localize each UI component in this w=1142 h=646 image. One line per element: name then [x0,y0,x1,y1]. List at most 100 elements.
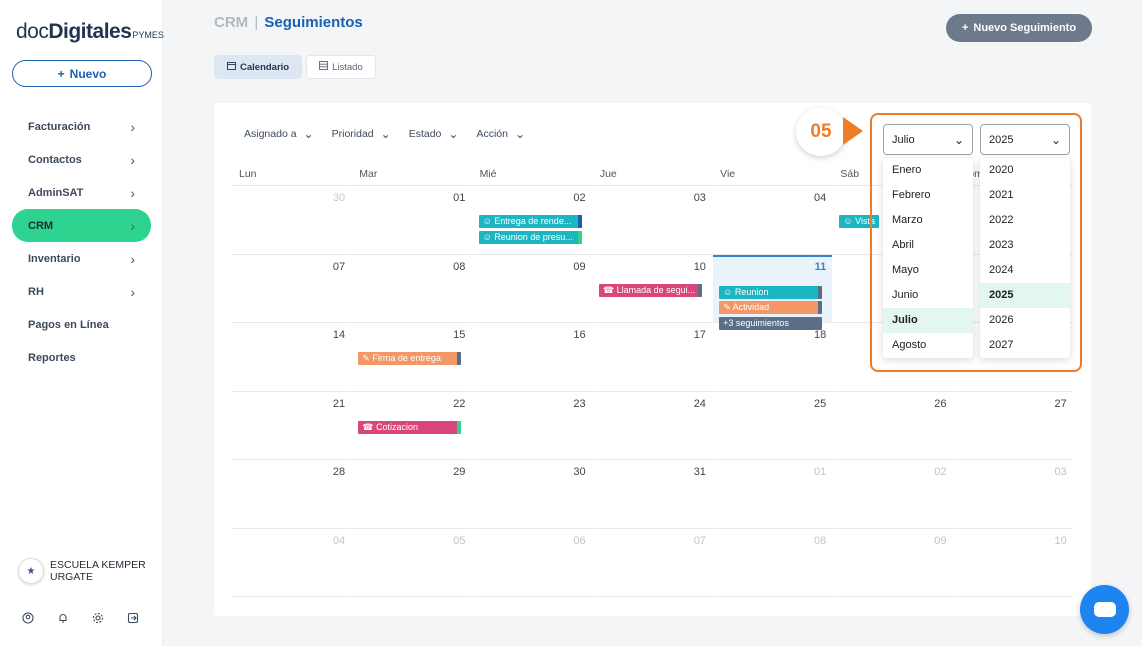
calendar-day[interactable]: 14 [232,323,352,392]
calendar-day[interactable]: 26 [833,392,953,460]
month-option[interactable]: Enero [883,158,973,183]
calendar-day[interactable]: 09 [472,255,592,323]
month-select[interactable]: Julio ⌄ [883,124,973,155]
calendar-day[interactable]: 30 [472,460,592,529]
filter-estado[interactable]: Estado ⌄ [409,127,459,141]
calendar-day[interactable]: 08 [352,255,472,323]
sidebar-item-contactos[interactable]: Contactos › [12,143,151,176]
calendar-day[interactable]: 01 [352,186,472,255]
year-option[interactable]: 2027 [980,333,1070,358]
calendar-day[interactable]: 03 [592,186,712,255]
chat-bubble-icon [1093,602,1116,617]
sidebar: docDigitalesPYMES + Nuevo Facturación › Co… [0,0,164,646]
day-number: 03 [1054,466,1067,478]
tab-listado[interactable]: Listado [306,55,376,79]
calendar-day[interactable]: 27 [953,392,1073,460]
sidebar-item-inventario[interactable]: Inventario › [12,242,151,275]
calendar-event[interactable]: ☺ Entrega de rende... [478,215,582,228]
month-select-value: Julio [892,133,915,146]
calendar-day[interactable]: 22 ☎ Cotizacion [352,392,472,460]
event-label: Reunion de presu... [494,231,573,242]
year-option[interactable]: 2021 [980,183,1070,208]
filter-asignado[interactable]: Asignado a ⌄ [244,127,314,141]
bell-icon[interactable] [57,612,69,624]
calendar-day[interactable]: 02 ☺ Entrega de rende... ☺ Reunion de pres… [472,186,592,255]
day-number: 08 [813,534,827,547]
month-option[interactable]: Junio [883,283,973,308]
calendar-day[interactable]: 25 [713,392,833,460]
calendar-day[interactable]: 10 ☎ Llamada de segui... [592,255,712,323]
month-option[interactable]: Febrero [883,183,973,208]
year-option[interactable]: 2022 [980,208,1070,233]
logout-icon[interactable] [127,612,139,624]
calendar-day[interactable]: 03 [953,460,1073,529]
sidebar-item-rh[interactable]: RH › [12,275,151,308]
calendar-day[interactable]: 23 [472,392,592,460]
new-followup-button[interactable]: + Nuevo Seguimiento [946,14,1092,42]
calendar-day[interactable]: 09 [833,529,953,597]
sidebar-item-crm[interactable]: CRM › [12,209,151,242]
calendar-day[interactable]: 04 [713,186,833,255]
calendar-day[interactable]: 15 ✎ Firma de entrega [352,323,472,392]
day-number: 02 [934,466,947,478]
calendar-event[interactable]: ☎ Cotizacion [358,420,462,434]
calendar-day[interactable]: 21 [232,392,352,460]
calendar-day[interactable]: 06 [472,529,592,597]
calendar-event[interactable]: ☎ Llamada de segui... [598,283,702,297]
filter-prioridad[interactable]: Prioridad ⌄ [332,127,391,141]
calendar-day[interactable]: 01 [713,460,833,529]
calendar-event[interactable]: ✎ Firma de entrega [358,352,462,365]
calendar-day[interactable]: 08 [713,529,833,597]
account-info[interactable]: ★ ESCUELA KEMPER URGATE [18,558,150,584]
year-select[interactable]: 2025 ⌄ [980,124,1070,155]
step-arrow-icon [843,117,863,145]
filter-accion[interactable]: Acción ⌄ [476,127,525,141]
sidebar-item-adminsat[interactable]: AdminSAT › [12,176,151,209]
app-logo[interactable]: docDigitalesPYMES [16,20,164,44]
school-logo-icon: ★ [18,558,44,584]
year-option[interactable]: 2023 [980,233,1070,258]
calendar-day[interactable]: 07 [232,255,352,323]
calendar-day[interactable]: 04 [232,529,352,597]
breadcrumb-crm[interactable]: CRM [214,14,248,31]
calendar-week: 21 22 ☎ Cotizacion 23 24 25 26 27 [232,392,1074,460]
calendar-day[interactable]: 30 [232,186,352,255]
calendar-day[interactable]: 24 [592,392,712,460]
breadcrumb-separator: | [254,14,259,31]
year-option[interactable]: 2020 [980,158,1070,183]
calendar-event[interactable]: ✎ Actividad [719,301,823,314]
calendar-day[interactable]: 18 [713,323,833,392]
calendar-event[interactable]: ☺ Reunion [719,285,823,299]
month-option[interactable]: Marzo [883,208,973,233]
weekday-label: Mar [352,165,472,186]
sidebar-item-pagos-en-l-nea[interactable]: Pagos en Línea [12,308,151,341]
calendar-day[interactable]: 16 [472,323,592,392]
calendar-day[interactable]: 31 [592,460,712,529]
year-option[interactable]: 2026 [980,308,1070,333]
sidebar-item-reportes[interactable]: Reportes [12,341,151,374]
calendar-day-today[interactable]: 11 ☺ Reunion ✎ Actividad +3 seguimientos [713,254,833,330]
sidebar-item-facturaci-n[interactable]: Facturación › [12,110,151,143]
month-option[interactable]: Julio [883,308,973,333]
calendar-day[interactable]: 07 [592,529,712,597]
calendar-day[interactable]: 02 [833,460,953,529]
calendar-day[interactable]: 28 [232,460,352,529]
month-option[interactable]: Abril [883,233,973,258]
calendar-day[interactable]: 10 [953,529,1073,597]
month-option[interactable]: Mayo [883,258,973,283]
chat-button[interactable] [1080,585,1129,634]
year-option[interactable]: 2025 [980,283,1070,308]
calendar-day[interactable]: 29 [352,460,472,529]
user-circle-icon[interactable] [22,612,34,624]
month-option[interactable]: Agosto [883,333,973,358]
calendar-day[interactable]: 05 [352,529,472,597]
phone-icon: ☎ [602,284,617,295]
year-option[interactable]: 2024 [980,258,1070,283]
new-button[interactable]: + Nuevo [12,60,152,87]
calendar-day[interactable]: 17 [592,323,712,392]
calendar-event[interactable]: ☺ Reunion de presu... [478,230,582,244]
event-status-stripe [577,215,582,228]
tab-calendario[interactable]: Calendario [214,55,303,79]
event-status-stripe [818,301,823,314]
gear-icon[interactable] [92,612,104,624]
